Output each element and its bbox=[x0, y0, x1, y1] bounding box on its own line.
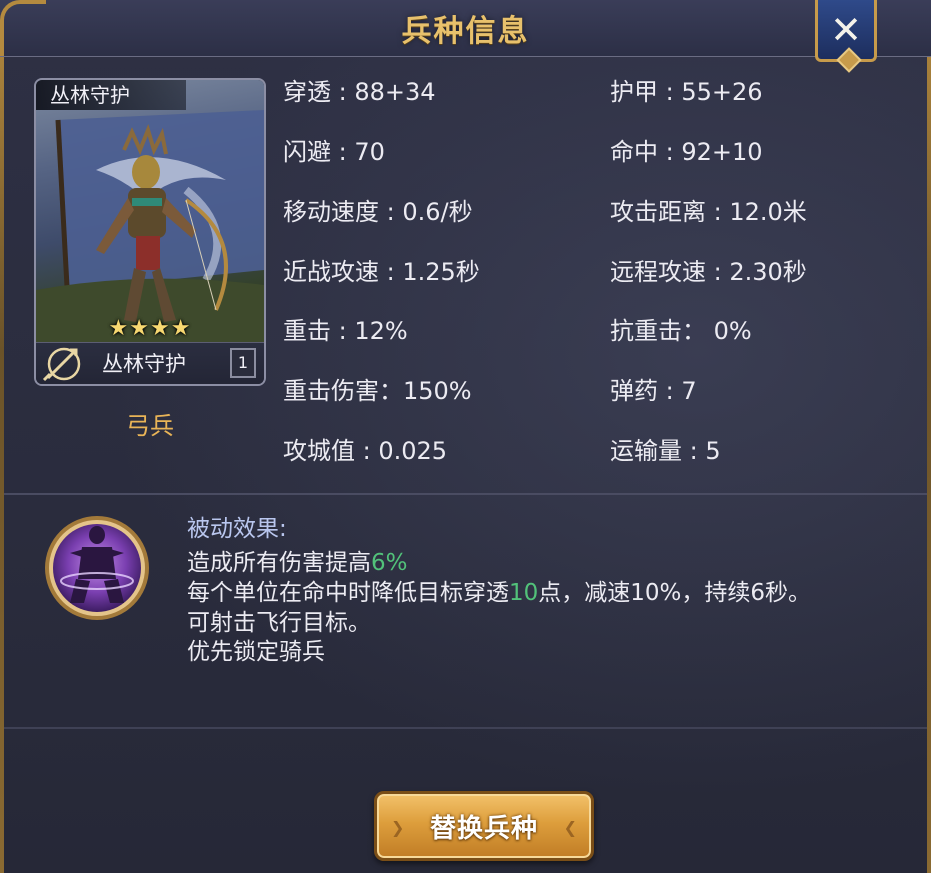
replace-unit-label: 替换兵种 bbox=[429, 813, 538, 844]
button-ornament-icon: ❯ bbox=[391, 818, 405, 837]
unit-card[interactable]: 丛林守护 ★★★★ 丛林守护 1 bbox=[34, 78, 266, 386]
stat-dodge: 闪避 : 70 bbox=[283, 138, 385, 166]
passive-effect-title: 被动效果: bbox=[187, 516, 287, 542]
archer-bow-icon bbox=[42, 347, 81, 382]
close-button[interactable]: ✕ bbox=[815, 0, 877, 62]
passive-effect-line-3: 可射击飞行目标。 bbox=[187, 610, 371, 636]
stat-critical: 重击 : 12% bbox=[283, 317, 408, 345]
passive-effect-line-4: 优先锁定骑兵 bbox=[187, 639, 325, 665]
replace-unit-button[interactable]: ❯ 替换兵种 ❮ bbox=[374, 791, 594, 861]
section-divider bbox=[4, 727, 927, 729]
stat-penetration: 穿透 : 88+34 bbox=[283, 78, 436, 106]
panel-border-right bbox=[927, 0, 931, 873]
stat-melee-attack-speed: 近战攻速 : 1.25秒 bbox=[283, 258, 480, 286]
star-rating: ★★★★ bbox=[108, 316, 192, 341]
stat-accuracy: 命中 : 92+10 bbox=[610, 138, 763, 166]
passive-highlight-value: 10 bbox=[509, 580, 539, 606]
stat-ranged-attack-speed: 远程攻速 : 2.30秒 bbox=[610, 258, 807, 286]
unit-name: 丛林守护 bbox=[102, 352, 186, 376]
stat-ammo: 弹药 : 7 bbox=[610, 377, 697, 405]
stat-armor: 护甲 : 55+26 bbox=[610, 78, 763, 106]
close-icon: ✕ bbox=[830, 7, 862, 52]
passive-highlight-value: 6% bbox=[371, 550, 408, 576]
unit-name-label: 丛林守护 bbox=[36, 80, 186, 110]
section-divider bbox=[4, 493, 927, 495]
panel-title: 兵种信息 bbox=[401, 14, 530, 49]
unit-level-badge: 1 bbox=[230, 348, 256, 378]
stat-siege-value: 攻城值 : 0.025 bbox=[283, 437, 448, 465]
unit-type-label: 弓兵 bbox=[126, 412, 174, 440]
passive-effect-line-1: 造成所有伤害提高6% bbox=[187, 550, 408, 576]
passive-effect-line-2: 每个单位在命中时降低目标穿透10点，减速10%，持续6秒。 bbox=[187, 580, 812, 606]
button-ornament-icon: ❮ bbox=[563, 818, 577, 837]
stat-move-speed: 移动速度 : 0.6/秒 bbox=[283, 198, 473, 226]
stat-attack-range: 攻击距离 : 12.0米 bbox=[610, 198, 807, 226]
unit-portrait bbox=[36, 80, 264, 342]
stat-transport: 运输量 : 5 bbox=[610, 437, 721, 465]
stat-critical-resist: 抗重击： 0% bbox=[610, 317, 752, 345]
stat-critical-damage: 重击伤害：150% bbox=[283, 377, 472, 405]
passive-skill-icon[interactable] bbox=[40, 513, 154, 623]
panel-border-left bbox=[0, 0, 4, 873]
